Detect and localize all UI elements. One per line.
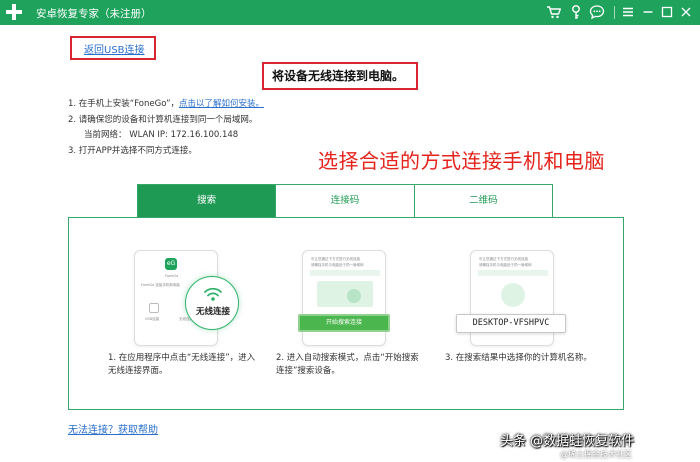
menu-icon[interactable]: [620, 4, 636, 20]
minimize-icon[interactable]: [640, 4, 656, 20]
connection-help-link[interactable]: 无法连接？获取帮助: [68, 421, 158, 436]
titlebar-separator: [614, 6, 615, 19]
wifi-icon: [204, 287, 222, 301]
feedback-icon[interactable]: [589, 4, 605, 20]
search-magnifier-icon: [347, 289, 361, 303]
window-title: 安卓恢复专家（未注册）: [36, 8, 152, 20]
card3-tab-strip: [478, 270, 548, 276]
tab-qr-code[interactable]: 二维码: [413, 185, 552, 217]
card1-app-name: FoneGo: [165, 274, 179, 278]
wireless-connect-highlight: 无线连接: [185, 276, 239, 330]
description-step-2: 2. 进入自动搜索模式，点击“开始搜索连接”搜索设备。: [276, 353, 419, 376]
card2-subtext: 请确保手机与电脑处于同一局域网: [311, 263, 364, 267]
card2-caption: 可让您通过下方式进行无线连接: [311, 257, 360, 261]
back-to-usb-link[interactable]: 返回USB连接: [84, 41, 145, 56]
card2-tab-strip: [310, 270, 380, 276]
card1-usb-label: USB连接: [145, 317, 160, 321]
description-step-1: 1. 在应用程序中点击“无线连接”，进入无线连接界面。: [108, 353, 256, 376]
connection-tabs: 搜索 连接码 二维码: [137, 184, 553, 218]
card3-subtext: 请确保手机与电脑处于同一局域网: [479, 263, 532, 267]
card3-caption: 可让您通过下方式进行无线连接: [479, 257, 528, 261]
start-search-button: 开始搜索连接: [298, 314, 390, 332]
description-step-3: 3. 在搜索结果中选择你的计算机名称。: [445, 353, 592, 363]
network-info: 当前网络： WLAN IP: 172.16.100.148: [84, 130, 239, 140]
step-1: 1. 在手机上安装“FoneGo”，点击以了解如何安装。: [68, 97, 264, 109]
usb-icon: [149, 303, 159, 313]
watermark-sub: @稀土掘金技术社区: [560, 450, 632, 459]
tab-search[interactable]: 搜索: [138, 185, 276, 217]
maximize-icon[interactable]: [659, 4, 675, 20]
device-radar-icon: [501, 283, 525, 307]
app-logo-icon: [6, 4, 22, 20]
step-2: 2. 请确保您的设备和计算机连接到同一个局域网。: [68, 115, 258, 125]
page-heading: 将设备无线连接到电脑。: [272, 69, 405, 83]
fonego-logo-icon: eG: [165, 258, 177, 270]
card1-text: FoneGo 连接手机和电脑: [141, 283, 180, 287]
wireless-connect-label: 无线连接: [195, 307, 230, 317]
monitor-illustration-icon: [317, 281, 373, 307]
annotation-text: 选择合适的方式连接手机和电脑: [318, 149, 605, 173]
step-3: 3. 打开APP并选择不同方式连接。: [68, 146, 197, 156]
close-icon[interactable]: [678, 4, 694, 20]
cart-icon[interactable]: [546, 4, 562, 20]
device-name-field: DESKTOP-VFSHPVC: [456, 314, 566, 333]
install-help-link[interactable]: 点击以了解如何安装。: [179, 99, 264, 109]
step-1-text: 1. 在手机上安装“FoneGo”，: [68, 99, 180, 109]
title-bar: 安卓恢复专家（未注册）: [0, 0, 700, 25]
tab-connection-code[interactable]: 连接码: [275, 185, 414, 217]
watermark: 头条 @数据蛙恢复软件: [500, 434, 635, 449]
key-icon[interactable]: [568, 4, 584, 20]
